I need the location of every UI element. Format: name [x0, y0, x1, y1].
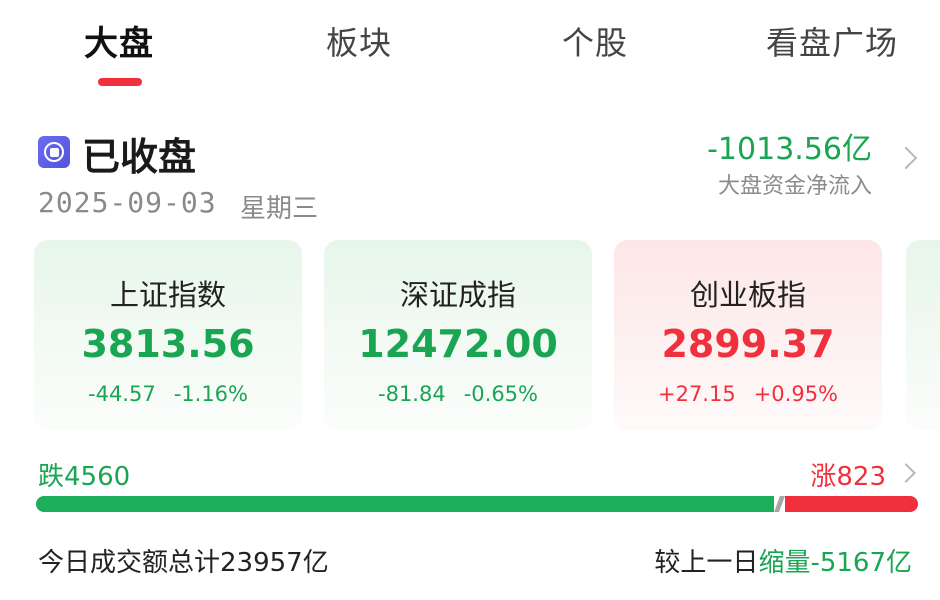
market-date: 2025-09-03 — [38, 186, 217, 219]
market-status-title: 已收盘 — [82, 135, 197, 179]
chevron-right-icon[interactable] — [894, 146, 918, 170]
tab-square[interactable]: 看盘广场 — [766, 18, 898, 64]
active-tab-indicator — [98, 78, 142, 86]
index-change: -81.84 -0.65% — [324, 382, 592, 406]
tab-sectors[interactable]: 板块 — [326, 18, 392, 64]
index-change: -44.57 -1.16% — [34, 382, 302, 406]
index-change-points: -81.84 — [378, 382, 446, 406]
turnover-compare: 较上一日缩量-5167亿 — [654, 542, 912, 579]
tab-market[interactable]: 大盘 — [84, 16, 154, 65]
index-change-percent: -0.65% — [463, 382, 538, 406]
turnover-compare-value: 缩量-5167亿 — [758, 548, 912, 578]
index-card-next-peek[interactable] — [906, 240, 940, 430]
index-name: 深证成指 — [399, 278, 516, 312]
index-value: 3813.56 — [81, 322, 255, 366]
index-change-points: +27.15 — [657, 382, 736, 406]
flat-segment — [774, 496, 785, 512]
index-name: 上证指数 — [109, 278, 226, 312]
stop-icon — [38, 136, 70, 168]
index-card-chinext[interactable]: 创业板指 2899.37 +27.15 +0.95% — [614, 240, 882, 430]
turnover-total: 今日成交额总计23957亿 — [38, 548, 329, 578]
index-value: 12472.00 — [358, 322, 558, 366]
turnover-compare-prefix: 较上一日 — [654, 548, 759, 578]
fund-flow-value[interactable]: -1013.56亿 — [707, 124, 872, 168]
index-change-percent: -1.16% — [173, 382, 248, 406]
falling-count: 跌4560 — [38, 462, 131, 492]
index-card-shenzhen[interactable]: 深证成指 12472.00 -81.84 -0.65% — [324, 240, 592, 430]
fund-flow-label[interactable]: 大盘资金净流入 — [718, 168, 872, 200]
market-weekday: 星期三 — [240, 194, 319, 224]
top-tab-bar: 大盘 板块 个股 看盘广场 — [0, 0, 940, 100]
advance-decline-bar — [36, 496, 918, 512]
index-change-points: -44.57 — [88, 382, 156, 406]
chevron-right-icon[interactable] — [896, 463, 916, 483]
rising-count[interactable]: 涨823 — [810, 456, 886, 493]
index-card-shanghai[interactable]: 上证指数 3813.56 -44.57 -1.16% — [34, 240, 302, 430]
advance-segment — [785, 496, 918, 512]
decline-segment — [36, 496, 774, 512]
index-change-percent: +0.95% — [753, 382, 839, 406]
index-value: 2899.37 — [661, 322, 835, 366]
index-change: +27.15 +0.95% — [614, 382, 882, 406]
tab-stocks[interactable]: 个股 — [562, 18, 628, 64]
index-name: 创业板指 — [689, 278, 806, 312]
